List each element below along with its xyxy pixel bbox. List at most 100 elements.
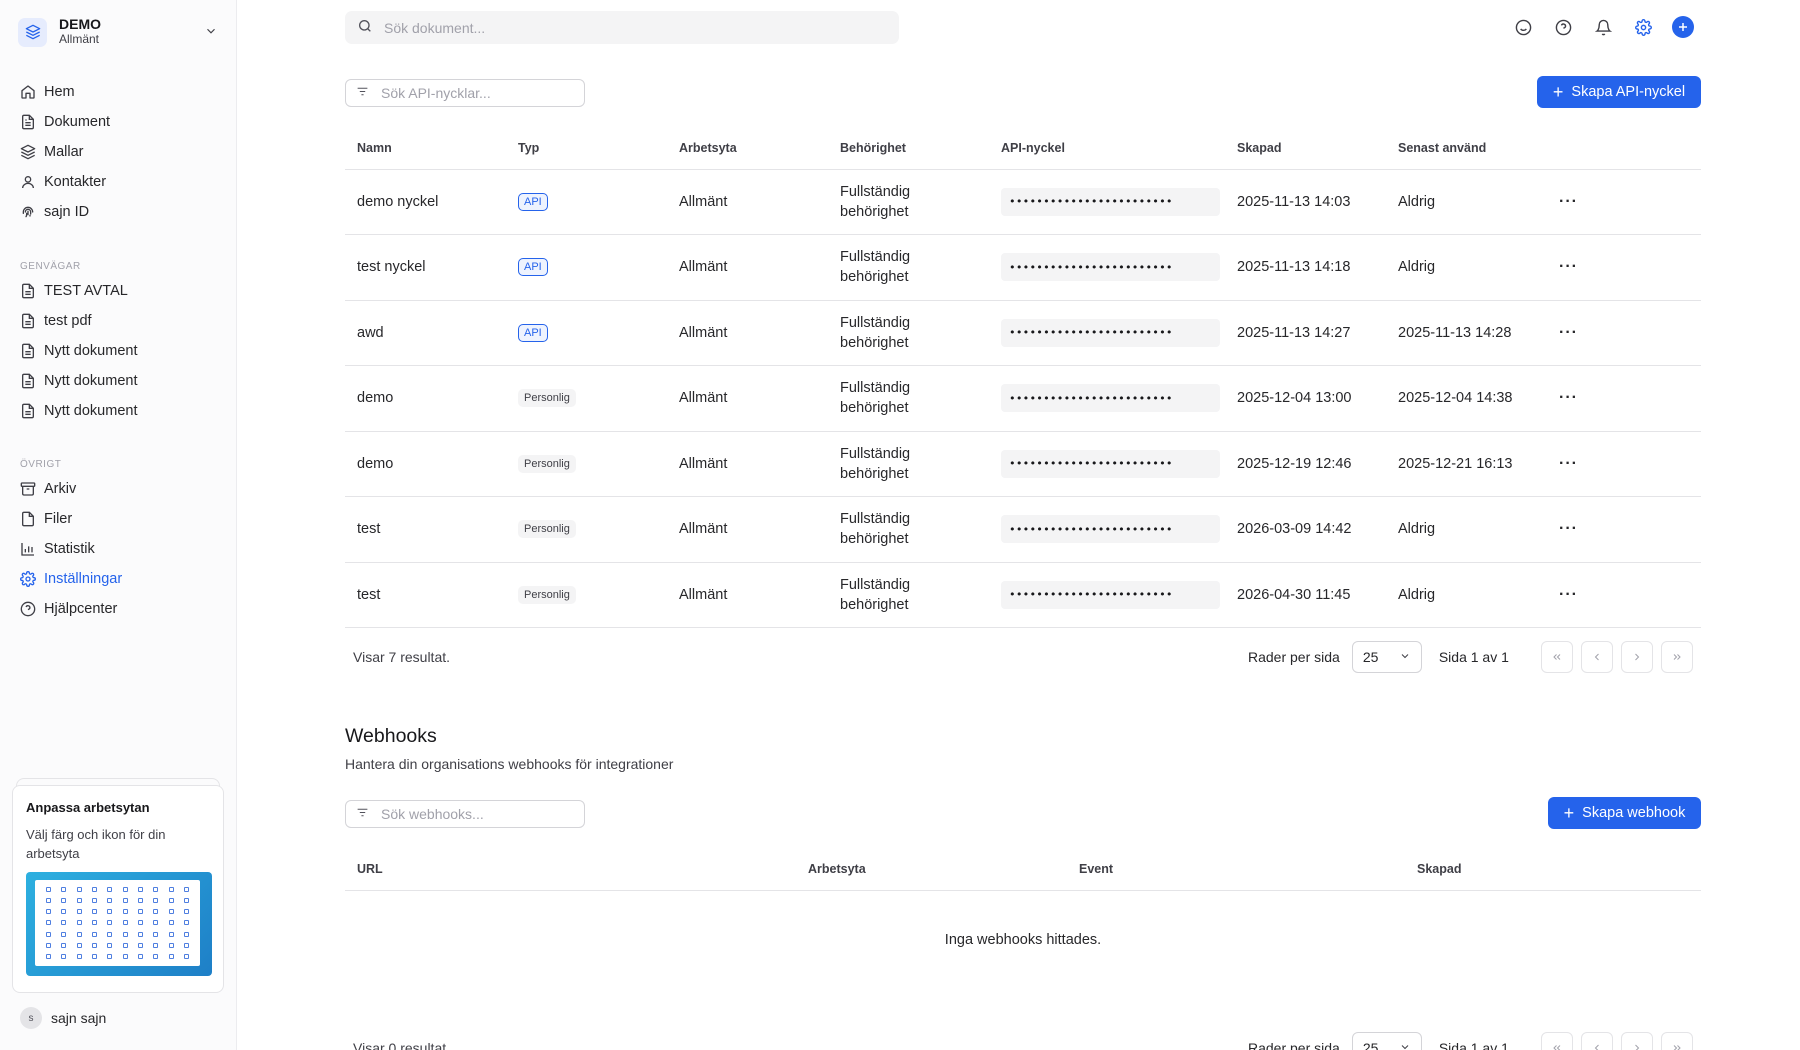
column-header[interactable]: Senast använd — [1386, 127, 1547, 170]
column-header[interactable]: Event — [1067, 848, 1405, 891]
column-header[interactable]: Arbetsyta — [796, 848, 1067, 891]
chevron-down-icon[interactable] — [204, 24, 218, 41]
more-actions-icon[interactable]: ··· — [1559, 258, 1578, 275]
shortcut-item[interactable]: Nytt dokument — [20, 366, 220, 396]
column-header-actions — [1547, 127, 1701, 170]
filter-icon — [356, 806, 369, 822]
rows-per-page-select[interactable]: 25 — [1351, 641, 1422, 673]
filter-icon — [356, 85, 369, 101]
shortcut-item[interactable]: TEST AVTAL — [20, 276, 220, 306]
prev-page-icon[interactable] — [1580, 1032, 1613, 1050]
nav-item-help[interactable]: Hjälpcenter — [20, 594, 220, 624]
column-header[interactable]: Skapad — [1405, 848, 1701, 891]
webhook-search-input[interactable] — [381, 806, 571, 822]
customize-workspace-card[interactable]: Anpassa arbetsytan Välj färg och ikon fö… — [12, 785, 224, 993]
masked-api-key[interactable]: •••••••••••••••••••••••• — [1001, 384, 1220, 413]
nav-item-contacts[interactable]: Kontakter — [20, 167, 220, 197]
masked-api-key[interactable]: •••••••••••••••••••••••• — [1001, 187, 1220, 216]
key-created: 2025-12-04 13:00 — [1225, 365, 1386, 432]
shortcut-item[interactable]: Nytt dokument — [20, 336, 220, 366]
key-name: test — [345, 562, 506, 628]
global-search[interactable] — [345, 11, 899, 44]
user-menu[interactable]: s sajn sajn — [20, 1007, 106, 1029]
table-row[interactable]: test nyckel API Allmänt Fullständig behör… — [345, 234, 1701, 301]
key-created: 2025-11-13 14:18 — [1225, 234, 1386, 301]
key-permission: Fullständig behörighet — [828, 169, 989, 235]
prev-page-icon[interactable] — [1580, 641, 1613, 673]
last-page-icon[interactable] — [1660, 641, 1693, 673]
key-name: awd — [345, 300, 506, 366]
first-page-icon[interactable] — [1540, 641, 1573, 673]
column-header[interactable]: Skapad — [1225, 127, 1386, 170]
key-workspace: Allmänt — [667, 234, 828, 301]
permission-line: behörighet — [840, 400, 909, 417]
add-new-icon[interactable] — [1672, 16, 1694, 38]
table-row[interactable]: demo Personlig Allmänt Fullständig behöri… — [345, 431, 1701, 497]
key-permission: Fullständig behörighet — [828, 365, 989, 432]
nav-item-templates[interactable]: Mallar — [20, 137, 220, 167]
api-key-search-input[interactable] — [381, 85, 571, 101]
first-page-icon[interactable] — [1540, 1032, 1573, 1050]
last-page-icon[interactable] — [1660, 1032, 1693, 1050]
masked-api-key[interactable]: •••••••••••••••••••••••• — [1001, 449, 1220, 478]
table-row[interactable]: awd API Allmänt Fullständig behörighet ••… — [345, 300, 1701, 366]
shortcut-label: TEST AVTAL — [44, 283, 128, 299]
next-page-icon[interactable] — [1620, 1032, 1653, 1050]
masked-api-key[interactable]: •••••••••••••••••••••••• — [1001, 580, 1220, 609]
nav-item-label: Hem — [44, 84, 75, 100]
webhook-filter[interactable] — [345, 800, 585, 828]
table-row[interactable]: demo nyckel API Allmänt Fullständig behör… — [345, 169, 1701, 235]
more-actions-icon[interactable]: ··· — [1559, 324, 1578, 341]
more-actions-icon[interactable]: ··· — [1559, 455, 1578, 472]
table-row[interactable]: demo Personlig Allmänt Fullständig behöri… — [345, 365, 1701, 432]
permission-line: Fullständig — [840, 576, 911, 593]
more-actions-icon[interactable]: ··· — [1559, 586, 1578, 603]
table-row[interactable]: test Personlig Allmänt Fullständig behöri… — [345, 496, 1701, 563]
masked-api-key[interactable]: •••••••••••••••••••••••• — [1001, 253, 1220, 282]
type-badge: Personlig — [518, 585, 576, 604]
chevron-down-icon — [1399, 1040, 1411, 1050]
column-header[interactable]: API-nyckel — [989, 127, 1225, 170]
create-webhook-button[interactable]: + Skapa webhook — [1548, 797, 1701, 829]
webhooks-empty-state: Inga webhooks hittades. — [944, 932, 1102, 948]
help-icon[interactable] — [1552, 16, 1574, 38]
webhooks-table: URL Arbetsyta Event Skapad — [345, 848, 1701, 891]
column-header[interactable]: Behörighet — [828, 127, 989, 170]
bell-icon[interactable] — [1592, 16, 1614, 38]
column-header[interactable]: Namn — [345, 127, 506, 170]
shortcut-item[interactable]: test pdf — [20, 306, 220, 336]
smile-icon[interactable] — [1512, 16, 1534, 38]
nav-item-statistics[interactable]: Statistik — [20, 534, 220, 564]
workspace-logo-icon — [18, 17, 47, 47]
nav-item-settings[interactable]: Inställningar — [20, 564, 220, 594]
search-input[interactable] — [384, 19, 864, 36]
nav-item-files[interactable]: Filer — [20, 504, 220, 534]
document-icon — [20, 373, 36, 389]
next-page-icon[interactable] — [1620, 641, 1653, 673]
key-last-used: 2025-11-13 14:28 — [1386, 300, 1547, 366]
shortcut-item[interactable]: Nytt dokument — [20, 396, 220, 426]
nav-item-label: Inställningar — [44, 571, 123, 587]
more-actions-icon[interactable]: ··· — [1559, 389, 1578, 406]
column-header[interactable]: Arbetsyta — [667, 127, 828, 170]
masked-api-key[interactable]: •••••••••••••••••••••••• — [1001, 515, 1220, 544]
rows-per-page-select[interactable]: 25 — [1351, 1032, 1422, 1050]
nav-item-archive[interactable]: Arkiv — [20, 474, 220, 504]
more-actions-icon[interactable]: ··· — [1559, 520, 1578, 537]
api-key-filter[interactable] — [345, 79, 585, 107]
create-api-key-button[interactable]: + Skapa API-nyckel — [1537, 76, 1701, 108]
masked-api-key[interactable]: •••••••••••••••••••••••• — [1001, 318, 1220, 347]
gear-icon[interactable] — [1632, 16, 1654, 38]
nav-item-sajn-id[interactable]: sajn ID — [20, 197, 220, 227]
key-created: 2025-12-19 12:46 — [1225, 431, 1386, 497]
workspace-switcher[interactable]: DEMO Allmänt — [18, 14, 218, 50]
more-actions-icon[interactable]: ··· — [1559, 193, 1578, 210]
column-header[interactable]: URL — [345, 848, 796, 891]
column-header[interactable]: Typ — [506, 127, 667, 170]
key-workspace: Allmänt — [667, 169, 828, 235]
nav-item-documents[interactable]: Dokument — [20, 107, 220, 137]
table-row[interactable]: test Personlig Allmänt Fullständig behöri… — [345, 562, 1701, 628]
webhooks-subtitle: Hantera din organisations webhooks för i… — [345, 756, 674, 772]
nav-item-home[interactable]: Hem — [20, 77, 220, 107]
icon-grid-illustration — [26, 872, 212, 976]
